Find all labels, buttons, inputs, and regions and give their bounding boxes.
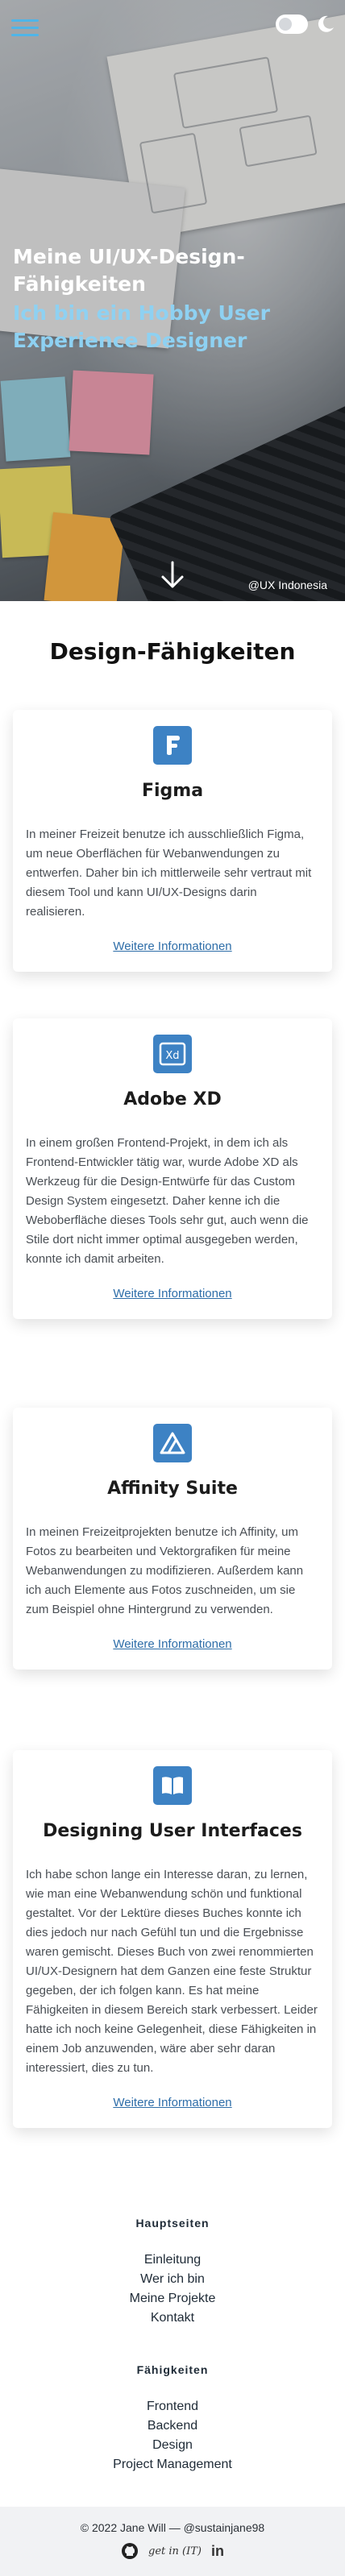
- footer-link-projects[interactable]: Meine Projekte: [0, 2289, 345, 2308]
- footer-bottom-bar: © 2022 Jane Will — @sustainjane98 get in…: [0, 2507, 345, 2576]
- more-info-link[interactable]: Weitere Informationen: [113, 2096, 231, 2109]
- theme-toggle-knob: [279, 18, 292, 31]
- footer-link-frontend[interactable]: Frontend: [0, 2397, 345, 2416]
- more-info-link[interactable]: Weitere Informationen: [113, 1637, 231, 1651]
- footer-link-about[interactable]: Wer ich bin: [0, 2270, 345, 2289]
- hero-subtitle: Ich bin ein Hobby User Experience Design…: [13, 301, 270, 352]
- image-credit: @UX Indonesia: [247, 579, 327, 591]
- affinity-icon: [153, 1424, 192, 1462]
- card-text: Ich habe schon lange ein Interesse daran…: [26, 1868, 318, 2075]
- book-icon: [153, 1766, 192, 1805]
- card-text: In einem großen Frontend-Projekt, in dem…: [26, 1136, 309, 1266]
- card-title: Affinity Suite: [107, 1479, 238, 1499]
- moon-icon[interactable]: [316, 15, 335, 34]
- footer-group-main: Hauptseiten Einleitung Wer ich bin Meine…: [0, 2217, 345, 2328]
- footer-link-backend[interactable]: Backend: [0, 2416, 345, 2436]
- footer-link-design[interactable]: Design: [0, 2436, 345, 2455]
- hamburger-menu-icon[interactable]: [11, 19, 39, 39]
- github-icon[interactable]: [121, 2542, 139, 2560]
- hero-section: Meine UI/UX-Design-Fähigkeiten Ich bin e…: [0, 0, 345, 601]
- card-title: Figma: [141, 781, 204, 801]
- figma-icon: [153, 726, 192, 765]
- footer-link-project-management[interactable]: Project Management: [0, 2455, 345, 2474]
- skill-card-designing-user-interfaces: Designing User Interfaces Ich habe schon…: [13, 1750, 332, 2128]
- svg-text:Xd: Xd: [165, 1050, 179, 1062]
- get-in-it-icon[interactable]: get in (IT): [148, 2545, 202, 2557]
- footer-navigation: Hauptseiten Einleitung Wer ich bin Meine…: [0, 2209, 345, 2474]
- skill-card-adobe-xd: Xd Adobe XD In einem großen Frontend-Pro…: [13, 1018, 332, 1319]
- copyright-text: © 2022 Jane Will — @sustainjane98: [80, 2521, 265, 2534]
- more-info-link[interactable]: Weitere Informationen: [113, 1287, 231, 1300]
- social-links: get in (IT) in: [0, 2542, 345, 2560]
- more-info-link[interactable]: Weitere Informationen: [113, 940, 231, 953]
- linkedin-icon[interactable]: in: [211, 2543, 224, 2560]
- footer-link-intro[interactable]: Einleitung: [0, 2250, 345, 2270]
- card-text: In meiner Freizeit benutze ich ausschlie…: [26, 828, 312, 919]
- scroll-down-arrow-icon[interactable]: [160, 561, 185, 590]
- theme-toggle[interactable]: [276, 15, 308, 34]
- card-title: Adobe XD: [123, 1089, 222, 1110]
- card-title: Designing User Interfaces: [43, 1821, 302, 1841]
- skills-heading: Design-Fähigkeiten: [49, 638, 296, 665]
- hero-title: Meine UI/UX-Design-Fähigkeiten: [13, 245, 245, 296]
- adobe-xd-icon: Xd: [153, 1035, 192, 1073]
- card-text: In meinen Freizeitprojekten benutze ich …: [26, 1525, 304, 1616]
- skill-card-figma: Figma In meiner Freizeit benutze ich aus…: [13, 710, 332, 972]
- footer-group-skills: Fähigkeiten Frontend Backend Design Proj…: [0, 2363, 345, 2474]
- skill-card-affinity: Affinity Suite In meinen Freizeitprojekt…: [13, 1408, 332, 1670]
- footer-link-contact[interactable]: Kontakt: [0, 2308, 345, 2328]
- footer-heading: Hauptseiten: [135, 2217, 210, 2230]
- footer-heading: Fähigkeiten: [136, 2363, 209, 2376]
